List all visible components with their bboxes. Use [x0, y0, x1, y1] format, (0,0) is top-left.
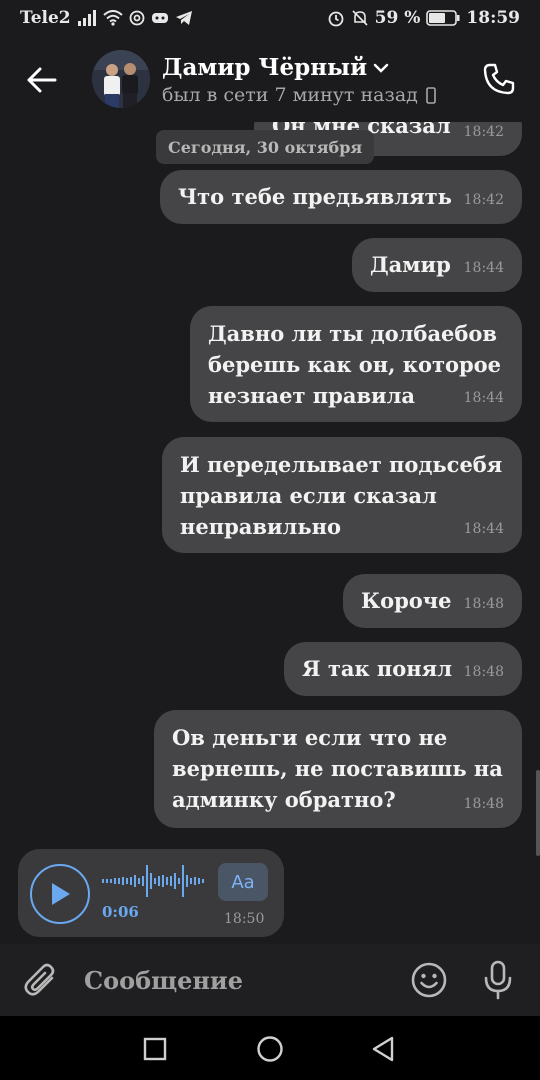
message-line: админку обратно?: [172, 787, 396, 812]
back-button[interactable]: [22, 60, 62, 100]
message-line: вернешь, не поставишь на: [172, 756, 503, 781]
message-line: правила если сказал: [180, 483, 437, 508]
recent-apps-button[interactable]: [140, 1034, 170, 1064]
paperclip-icon: [24, 963, 55, 996]
voice-message: 0:06 Aa 18:50: [18, 849, 284, 937]
message-bubble[interactable]: Дамир 18:44: [352, 238, 522, 292]
message-bubble[interactable]: Короче 18:48: [343, 574, 522, 628]
date-separator: Сегодня, 30 октября: [156, 130, 375, 164]
message-line: И переделывает подьсебя: [180, 452, 503, 477]
status-left: Tele2: [20, 8, 193, 28]
message-bubble[interactable]: Я так понял 18:48: [284, 642, 522, 696]
mute-bell-icon: [351, 9, 369, 27]
play-icon: [52, 883, 70, 905]
last-seen-text: был в сети 7 минут назад: [162, 84, 418, 106]
chevron-down-icon: [373, 63, 389, 73]
microphone-icon: [484, 960, 512, 1000]
call-button[interactable]: [478, 58, 520, 100]
contact-name[interactable]: Дамир Чёрный: [162, 54, 389, 81]
voice-waveform[interactable]: [102, 863, 210, 899]
message-time: 18:48: [463, 596, 504, 612]
message-time: 18:44: [463, 521, 504, 537]
message-time: 18:44: [463, 260, 504, 276]
message-input[interactable]: [84, 960, 384, 1000]
message-bubble[interactable]: Ов деньги если что не вернешь, не постав…: [154, 710, 522, 828]
telegram-icon: [175, 10, 193, 26]
message-line: Что тебе предьявлять: [178, 184, 452, 209]
message-bubble[interactable]: Что тебе предьявлять 18:42: [160, 170, 522, 224]
message-time: 18:42: [463, 192, 504, 208]
message-bubble[interactable]: Давно ли ты долбаебов берешь как он, кот…: [190, 306, 522, 422]
message-time: 18:44: [463, 390, 504, 406]
message-line: берешь как он, которое: [208, 352, 502, 377]
message-time: 18:48: [463, 796, 504, 812]
message-time: 18:42: [463, 124, 504, 140]
contact-status: был в сети 7 минут назад: [162, 84, 436, 106]
alarm-icon: [327, 9, 345, 27]
status-right: 59 % 18:59: [327, 8, 520, 28]
triangle-icon: [372, 1036, 394, 1062]
navigation-bar: [0, 1016, 540, 1080]
avatar[interactable]: [92, 50, 150, 108]
message-line: Давно ли ты долбаебов: [208, 321, 498, 346]
status-bar: Tele2 59 % 18:59: [0, 0, 540, 36]
at-sign-icon: [129, 10, 145, 26]
contact-name-text: Дамир Чёрный: [162, 54, 368, 81]
wifi-icon: [102, 10, 123, 26]
attach-button[interactable]: [20, 960, 62, 1002]
avatar-image: [92, 50, 150, 108]
home-button[interactable]: [255, 1034, 285, 1064]
message-line: незнает правила: [208, 383, 416, 408]
battery-percent: 59 %: [374, 8, 421, 28]
carrier-label: Tele2: [20, 8, 71, 28]
square-icon: [143, 1037, 167, 1061]
input-bar: [0, 944, 540, 1016]
microphone-button[interactable]: [478, 959, 518, 1001]
transcribe-button[interactable]: Aa: [218, 863, 268, 901]
message-time: 18:48: [463, 664, 504, 680]
mobile-device-icon: [426, 86, 436, 104]
scrollbar[interactable]: [536, 770, 540, 856]
message-line: неправильно: [180, 514, 341, 539]
play-button[interactable]: [30, 864, 90, 924]
message-bubble[interactable]: И переделывает подьсебя правила если ска…: [162, 437, 522, 553]
discord-icon: [151, 11, 169, 25]
system-back-button[interactable]: [368, 1034, 398, 1064]
voice-duration: 0:06: [102, 903, 139, 921]
emoji-button[interactable]: [410, 961, 448, 999]
circle-icon: [257, 1036, 283, 1062]
phone-icon: [483, 63, 515, 95]
message-line: Ов деньги если что не: [172, 725, 448, 750]
smile-icon: [411, 962, 447, 998]
chat-area[interactable]: Он мне сказал 18:42 Сегодня, 30 октября …: [0, 122, 540, 944]
chat-header: Дамир Чёрный был в сети 7 минут назад: [0, 36, 540, 122]
clock: 18:59: [466, 8, 520, 28]
signal-icon: [77, 10, 97, 26]
message-time: 18:50: [224, 911, 265, 927]
arrow-left-icon: [27, 67, 57, 93]
battery-icon: [426, 10, 460, 26]
